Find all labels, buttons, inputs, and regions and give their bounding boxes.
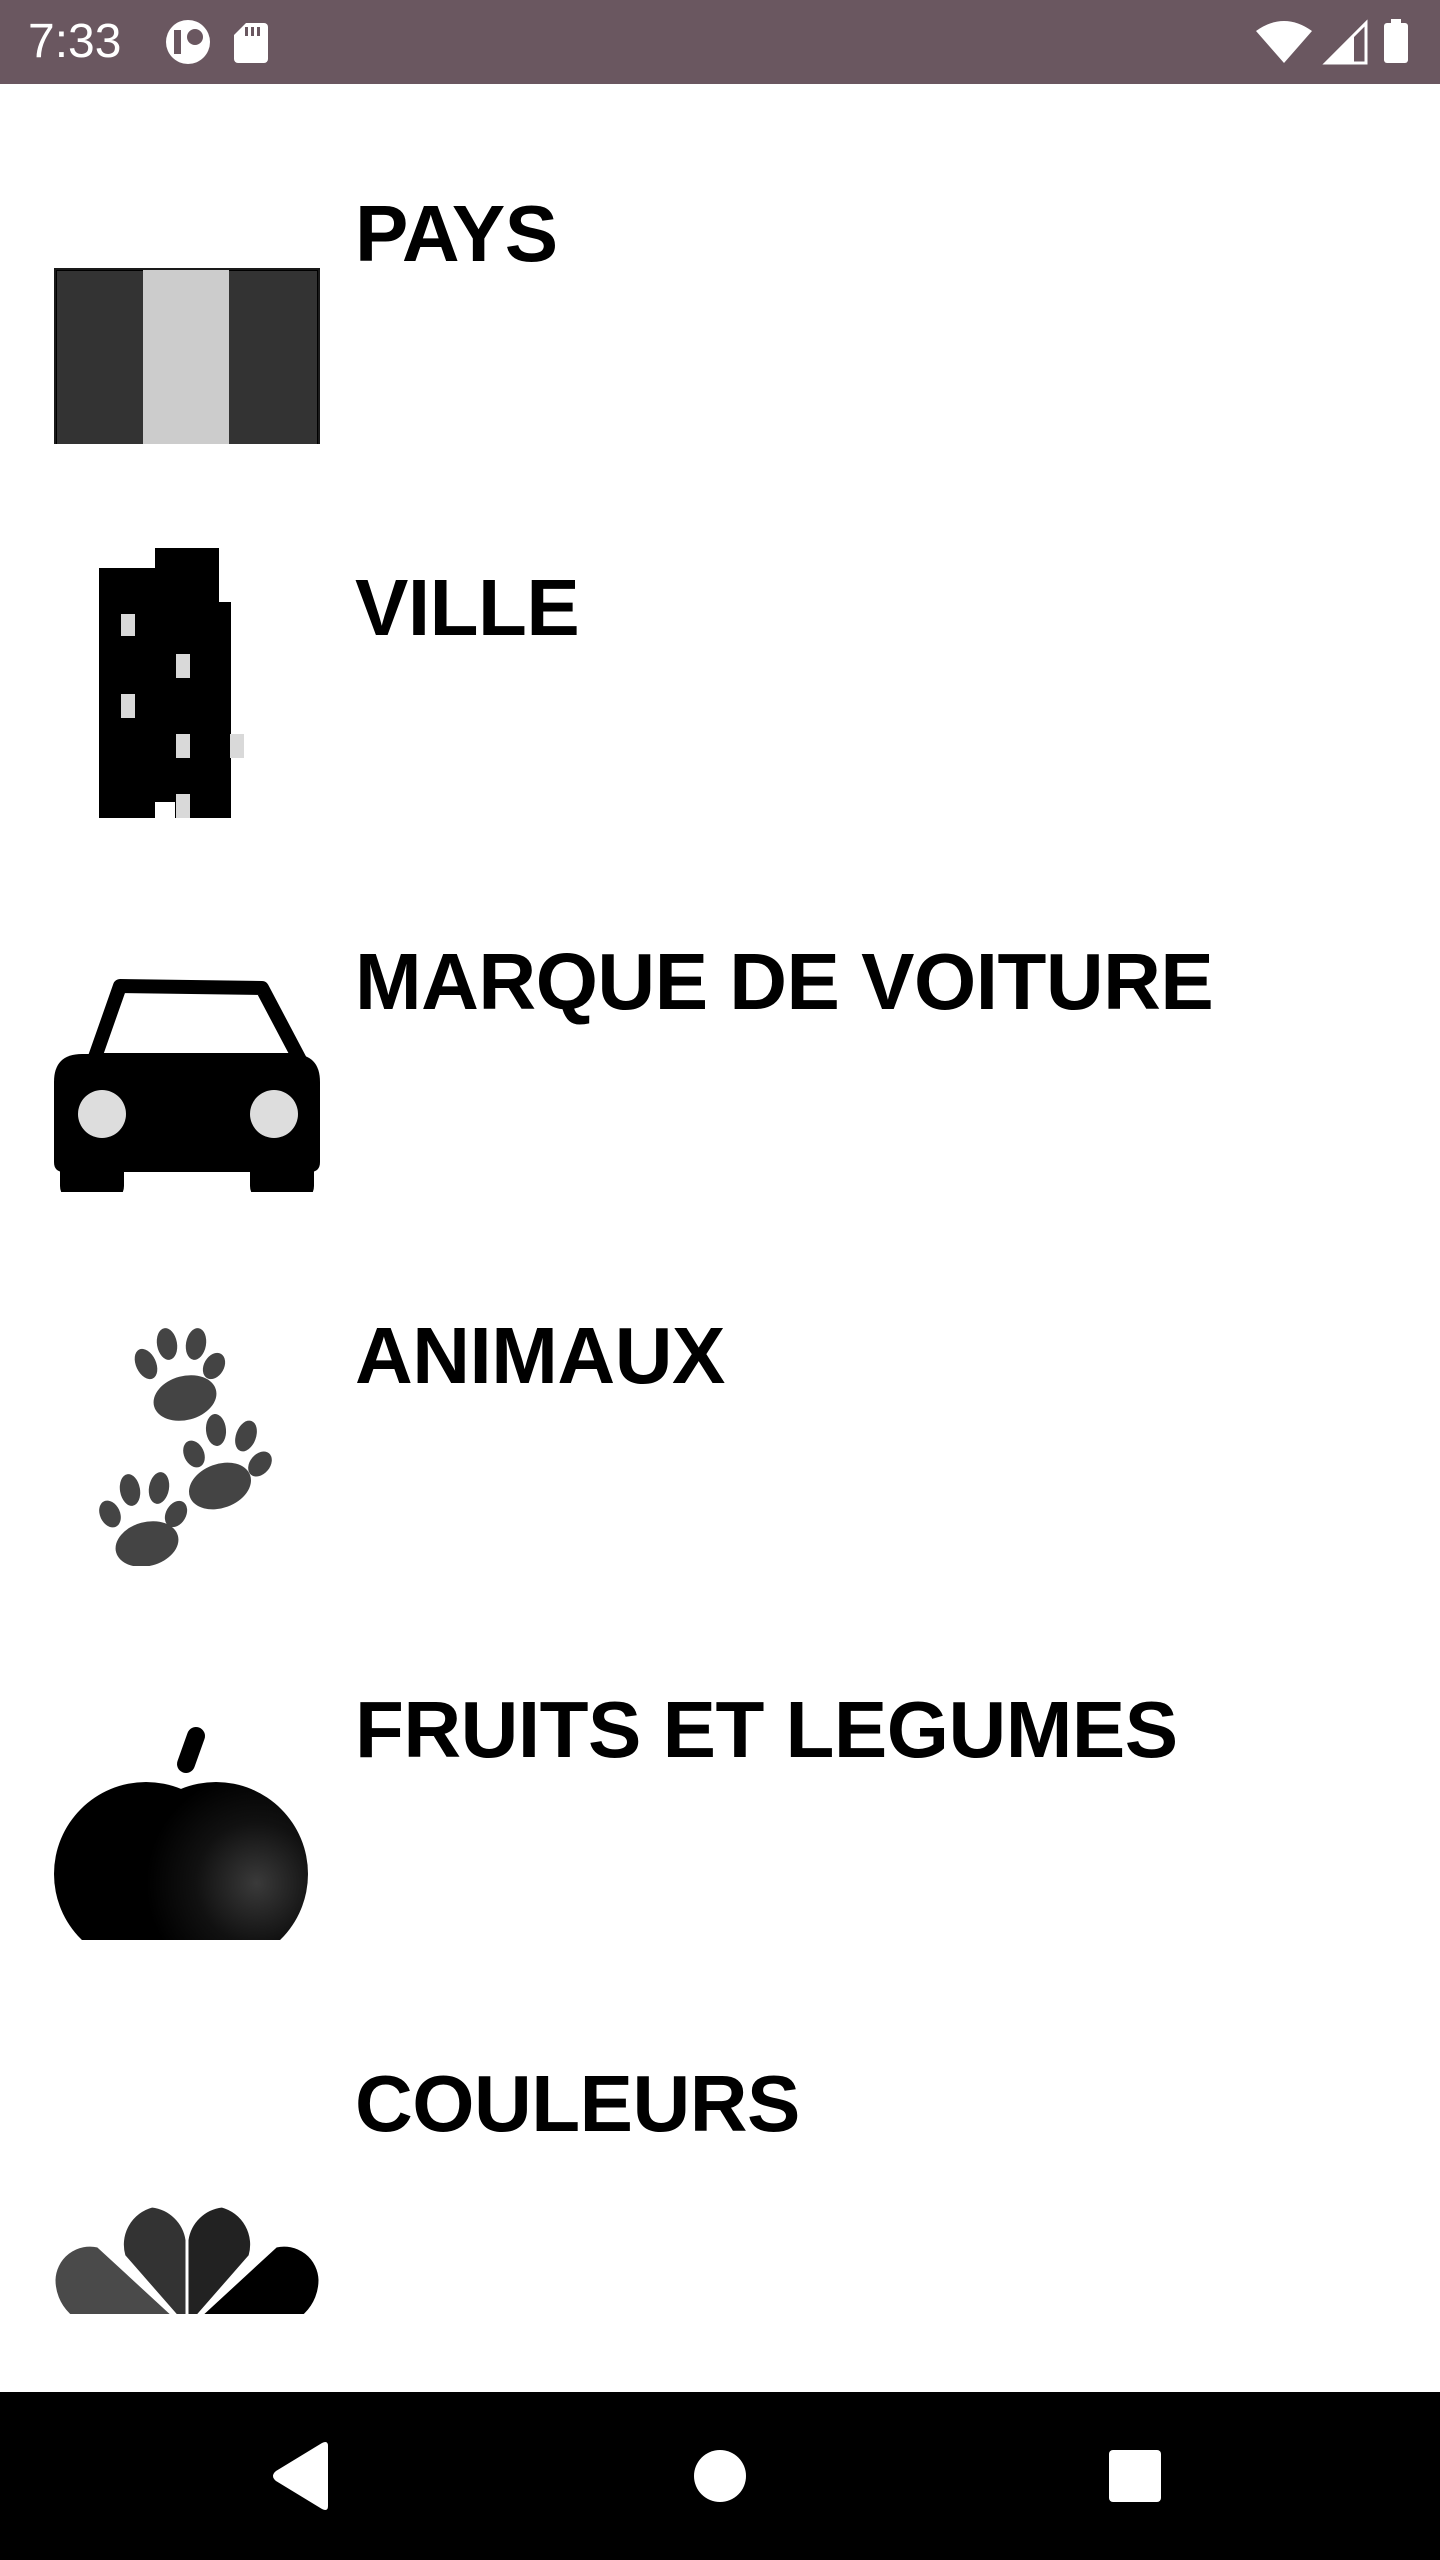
status-right-icons (1256, 19, 1408, 65)
category-label: VILLE (355, 563, 580, 652)
category-label: FRUITS ET LEGUMES (355, 1685, 1178, 1774)
category-item-fruits-et-legumes[interactable]: FRUITS ET LEGUMES (0, 1580, 1440, 1954)
flag-icon (54, 268, 320, 444)
data-saver-icon (166, 20, 210, 64)
status-left-icons (166, 20, 268, 64)
category-item-pays[interactable]: PAYS (0, 84, 1440, 458)
status-bar: 7:33 (0, 0, 1440, 84)
battery-icon (1384, 19, 1408, 63)
peacock-color-icon (54, 2204, 320, 2314)
back-icon[interactable] (240, 2422, 360, 2530)
navigation-bar (0, 2392, 1440, 2560)
category-item-couleurs[interactable]: COULEURS (0, 1954, 1440, 2328)
apple-icon (54, 1727, 308, 1940)
category-list: PAYS VILLE MARQUE DE VOITURE ANIMAUX FRU… (0, 84, 1440, 2392)
category-label: ANIMAUX (355, 1311, 725, 1400)
sd-card-icon (234, 23, 268, 63)
category-label: PAYS (355, 189, 558, 278)
category-label: MARQUE DE VOITURE (355, 937, 1214, 1026)
paw-prints-icon (99, 1328, 272, 1566)
car-icon (54, 979, 320, 1192)
cell-signal-icon (1322, 19, 1368, 65)
category-item-ville[interactable]: VILLE (0, 458, 1440, 832)
home-icon[interactable] (660, 2422, 780, 2530)
category-item-marque-de-voiture[interactable]: MARQUE DE VOITURE (0, 832, 1440, 1206)
status-time: 7:33 (28, 15, 122, 68)
category-item-animaux[interactable]: ANIMAUX (0, 1206, 1440, 1580)
recents-icon[interactable] (1074, 2422, 1194, 2530)
wifi-icon (1256, 21, 1312, 63)
category-label: COULEURS (355, 2059, 800, 2148)
building-icon (99, 548, 244, 818)
